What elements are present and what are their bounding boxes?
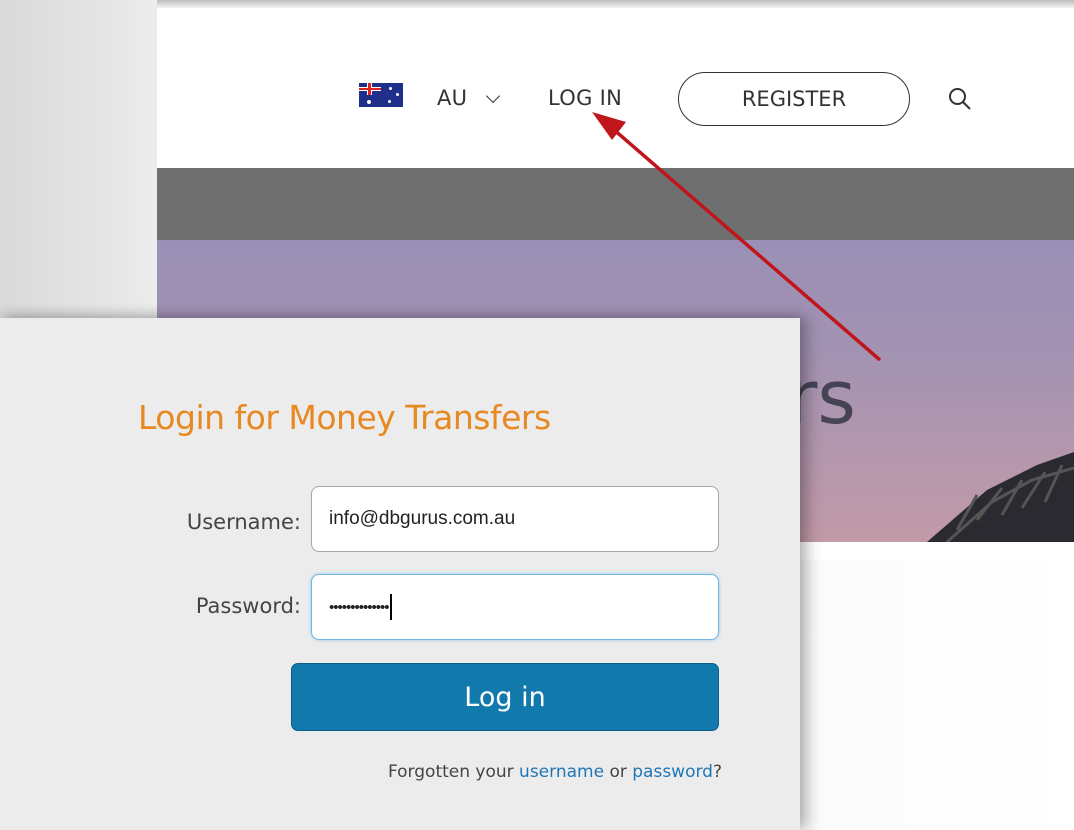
password-value: ••••••••••••••	[329, 598, 390, 616]
login-card: Login for Money Transfers Username: info…	[0, 318, 800, 830]
forgot-suffix: ?	[712, 762, 722, 782]
forgot-credentials: Forgotten your username or password?	[0, 762, 722, 782]
username-value: info@dbgurus.com.au	[329, 508, 516, 529]
text-caret	[389, 594, 392, 620]
password-label: Password:	[195, 594, 301, 618]
username-label: Username:	[186, 510, 301, 534]
forgot-or: or	[609, 762, 627, 782]
forgot-username-link[interactable]: username	[519, 762, 604, 782]
username-field[interactable]: info@dbgurus.com.au	[311, 486, 719, 552]
forgot-prefix: Forgotten your	[387, 762, 514, 782]
login-button[interactable]: Log in	[291, 663, 719, 731]
login-title: Login for Money Transfers	[138, 398, 551, 437]
forgot-password-link[interactable]: password	[632, 762, 713, 782]
password-field[interactable]: ••••••••••••••	[311, 574, 719, 640]
